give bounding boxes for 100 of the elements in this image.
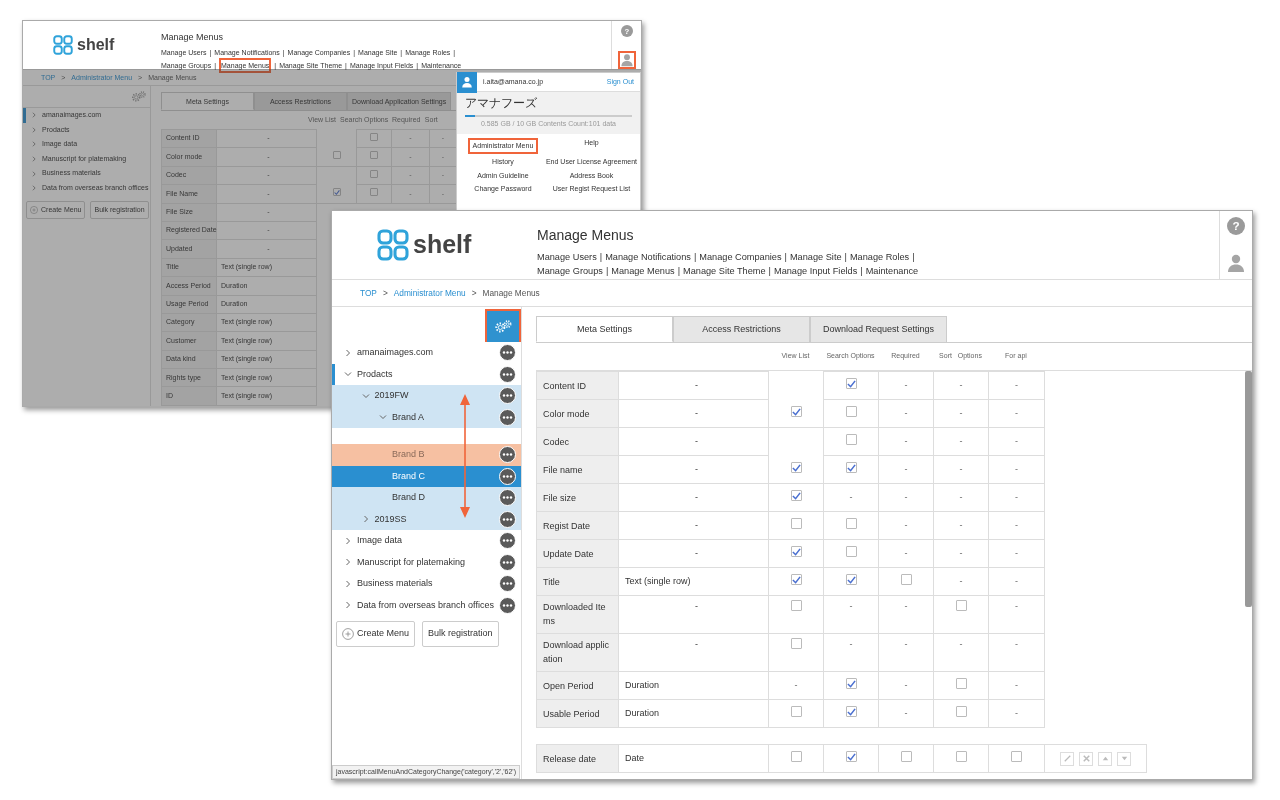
checkbox[interactable] bbox=[845, 378, 857, 389]
checkbox[interactable] bbox=[1011, 750, 1022, 762]
checkbox[interactable] bbox=[845, 517, 857, 529]
checkbox[interactable] bbox=[900, 750, 912, 762]
nav-link[interactable]: Manage Input Fields bbox=[774, 266, 858, 276]
bulk-button[interactable]: Bulk registration bbox=[422, 621, 499, 647]
more-button[interactable] bbox=[499, 510, 516, 528]
tree-item[interactable]: Data from overseas branch offices bbox=[332, 594, 521, 616]
checkbox[interactable] bbox=[790, 574, 802, 585]
nav-link[interactable]: Manage Groups bbox=[537, 266, 603, 276]
checkbox[interactable] bbox=[790, 750, 802, 762]
action-button[interactable] bbox=[1098, 751, 1112, 766]
chevron-right-icon bbox=[31, 185, 37, 192]
tab[interactable]: Access Restrictions bbox=[673, 316, 810, 342]
field-type: - bbox=[618, 539, 769, 568]
tab[interactable]: Meta Settings bbox=[536, 316, 673, 342]
nav-link[interactable]: Manage Roles bbox=[849, 252, 910, 262]
checkbox[interactable] bbox=[790, 406, 802, 417]
checkbox[interactable] bbox=[900, 573, 912, 585]
chevron-down-icon[interactable] bbox=[361, 391, 370, 400]
scrollbar[interactable] bbox=[1245, 371, 1252, 607]
action-button[interactable] bbox=[1117, 751, 1131, 766]
tab[interactable]: Download Request Settings bbox=[810, 316, 947, 342]
user-icon[interactable] bbox=[1226, 253, 1246, 273]
nav-link[interactable]: Maintenance bbox=[865, 266, 919, 276]
gear-icon[interactable] bbox=[130, 90, 147, 104]
nav-link[interactable]: Manage Users bbox=[537, 252, 597, 262]
checkbox[interactable] bbox=[845, 545, 857, 557]
checkbox[interactable] bbox=[332, 151, 341, 160]
nav-link[interactable]: Manage Menus bbox=[611, 266, 675, 276]
dash-text: - bbox=[959, 491, 963, 502]
tree-item[interactable]: Business materials bbox=[332, 573, 521, 595]
breadcrumb-link[interactable]: TOP bbox=[360, 288, 377, 298]
more-button[interactable] bbox=[499, 467, 516, 485]
chevron-down-icon[interactable] bbox=[344, 370, 352, 379]
breadcrumb-link[interactable]: Administrator Menu bbox=[393, 288, 466, 298]
more-button[interactable] bbox=[499, 387, 516, 405]
nav-link[interactable]: Manage Notifications bbox=[605, 252, 691, 262]
checkbox[interactable] bbox=[790, 600, 802, 611]
nav-link[interactable]: Manage Site bbox=[789, 252, 842, 262]
tree-item[interactable]: Brand C bbox=[332, 465, 521, 487]
dash-text: - bbox=[959, 575, 963, 586]
chevron-right-icon[interactable] bbox=[344, 536, 352, 545]
checkbox[interactable] bbox=[790, 546, 802, 557]
checkbox[interactable] bbox=[845, 405, 857, 417]
checkbox[interactable] bbox=[370, 188, 378, 197]
more-button[interactable] bbox=[499, 575, 516, 593]
checkbox[interactable] bbox=[370, 169, 378, 178]
checkbox[interactable] bbox=[332, 188, 341, 197]
more-button[interactable] bbox=[499, 446, 516, 464]
chevron-right-icon[interactable] bbox=[344, 348, 352, 357]
tree-item[interactable]: Brand D bbox=[332, 487, 521, 509]
checkbox[interactable] bbox=[845, 462, 857, 473]
checkbox[interactable] bbox=[790, 705, 802, 717]
nav-separator: | bbox=[768, 266, 771, 276]
chevron-right-icon[interactable] bbox=[344, 579, 352, 588]
tree-label: 2019FW bbox=[374, 389, 409, 402]
row-label: Regist Date bbox=[536, 511, 619, 540]
checkbox[interactable] bbox=[845, 751, 857, 762]
nav-link[interactable]: Manage Companies bbox=[699, 252, 782, 262]
action-button[interactable] bbox=[1060, 751, 1074, 766]
action-button[interactable] bbox=[1079, 751, 1093, 766]
checkbox[interactable] bbox=[845, 678, 857, 689]
checkbox[interactable] bbox=[790, 490, 802, 501]
checkbox[interactable] bbox=[955, 677, 967, 689]
more-button[interactable] bbox=[499, 596, 516, 614]
checkbox[interactable] bbox=[790, 517, 802, 529]
more-button[interactable] bbox=[499, 344, 516, 362]
chevron-right-icon[interactable] bbox=[344, 558, 352, 567]
tree-item[interactable]: Image data bbox=[332, 530, 521, 552]
checkbox[interactable] bbox=[370, 151, 378, 160]
checkbox[interactable] bbox=[955, 600, 967, 611]
create-menu-button[interactable]: Create Menu bbox=[336, 621, 416, 647]
chevron-down-icon[interactable] bbox=[379, 413, 387, 422]
more-button[interactable] bbox=[499, 489, 516, 507]
checkbox[interactable] bbox=[790, 638, 802, 649]
tree-item[interactable]: Prodacts bbox=[332, 363, 521, 385]
tree-item[interactable]: 2019FW bbox=[332, 385, 521, 407]
checkbox[interactable] bbox=[955, 750, 967, 762]
chevron-right-icon[interactable] bbox=[361, 515, 370, 524]
more-button[interactable] bbox=[499, 532, 516, 550]
checkbox[interactable] bbox=[790, 462, 802, 473]
checkbox[interactable] bbox=[845, 433, 857, 445]
checkbox[interactable] bbox=[845, 574, 857, 585]
row-label: Codec bbox=[536, 427, 619, 456]
more-button[interactable] bbox=[499, 365, 516, 383]
checkbox[interactable] bbox=[370, 132, 378, 141]
dash-text: - bbox=[1015, 679, 1018, 690]
more-button[interactable] bbox=[499, 553, 516, 571]
nav-separator: | bbox=[860, 266, 863, 276]
tree-item[interactable]: amanaimages.com bbox=[332, 342, 521, 364]
nav-link[interactable]: Manage Site Theme bbox=[683, 266, 766, 276]
more-button[interactable] bbox=[499, 408, 516, 426]
tree-item[interactable]: Manuscript for platemaking bbox=[332, 551, 521, 573]
chevron-right-icon[interactable] bbox=[344, 601, 352, 610]
checkbox[interactable] bbox=[845, 706, 857, 717]
tree-item[interactable]: Brand A bbox=[332, 406, 521, 428]
checkbox[interactable] bbox=[955, 705, 967, 717]
tree-item[interactable]: 2019SS bbox=[332, 508, 521, 530]
dash-text: - bbox=[904, 491, 908, 502]
